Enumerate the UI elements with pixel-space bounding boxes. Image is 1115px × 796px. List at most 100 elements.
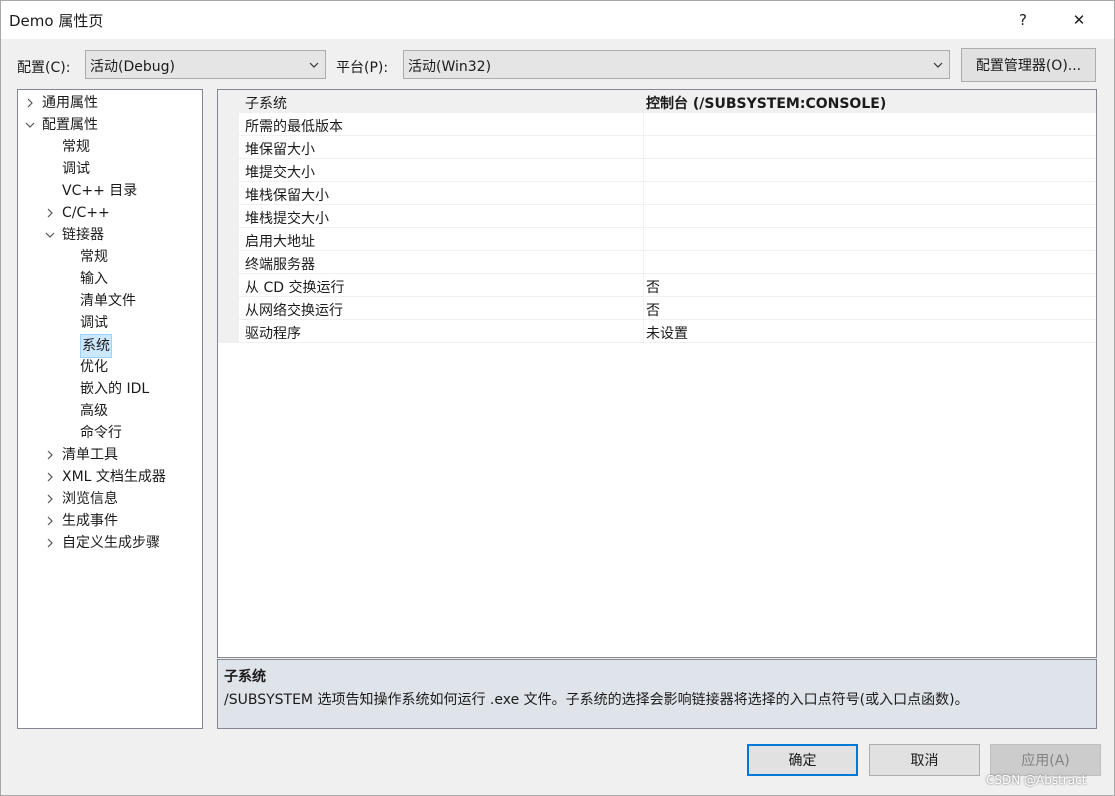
property-name: 从 CD 交换运行	[245, 280, 345, 296]
tree-item-label: 嵌入的 IDL	[80, 381, 150, 397]
row-gutter	[218, 90, 239, 113]
column-separator	[643, 228, 644, 251]
column-separator	[643, 136, 644, 159]
tree-item[interactable]: 配置属性	[18, 114, 202, 136]
platform-select[interactable]: 活动(Win32)	[403, 50, 950, 79]
property-row[interactable]: 从 CD 交换运行 否	[218, 274, 1096, 297]
property-value[interactable]: 控制台 (/SUBSYSTEM:CONSOLE)	[646, 93, 886, 113]
tree-item[interactable]: 高级	[18, 400, 202, 422]
column-separator	[643, 274, 644, 297]
row-gutter	[218, 251, 239, 274]
tree-item[interactable]: 浏览信息	[18, 488, 202, 510]
tree-item[interactable]: VC++ 目录	[18, 180, 202, 202]
tree-item-label: C/C++	[62, 205, 110, 221]
property-row[interactable]: 堆栈提交大小	[218, 205, 1096, 228]
title-bar: Demo 属性页 ? ✕	[1, 1, 1114, 39]
tree-item[interactable]: 系统	[18, 334, 202, 358]
tree-item[interactable]: 调试	[18, 158, 202, 180]
row-gutter	[218, 182, 239, 205]
chevron-right-icon[interactable]	[44, 207, 56, 219]
chevron-down-icon	[309, 62, 319, 68]
property-name: 驱动程序	[245, 326, 301, 342]
property-value[interactable]: 未设置	[646, 323, 688, 343]
property-row[interactable]: 所需的最低版本	[218, 113, 1096, 136]
tree-item-label: 配置属性	[42, 117, 98, 133]
description-text: /SUBSYSTEM 选项告知操作系统如何运行 .exe 文件。子系统的选择会影…	[224, 692, 969, 708]
tree-item[interactable]: 通用属性	[18, 92, 202, 114]
tree-item[interactable]: 命令行	[18, 422, 202, 444]
tree-item[interactable]: 优化	[18, 356, 202, 378]
property-row[interactable]: 驱动程序 未设置	[218, 320, 1096, 343]
tree-item[interactable]: 生成事件	[18, 510, 202, 532]
cancel-button[interactable]: 取消	[869, 744, 980, 776]
help-icon: ?	[1019, 11, 1027, 29]
tree-item[interactable]: 嵌入的 IDL	[18, 378, 202, 400]
property-row[interactable]: 终端服务器	[218, 251, 1096, 274]
tree-item-label: 调试	[80, 315, 108, 331]
tree-item[interactable]: 调试	[18, 312, 202, 334]
configuration-manager-button[interactable]: 配置管理器(O)...	[961, 48, 1096, 82]
configuration-select[interactable]: 活动(Debug)	[85, 50, 326, 79]
chevron-right-icon[interactable]	[44, 493, 56, 505]
chevron-right-icon[interactable]	[44, 471, 56, 483]
row-gutter	[218, 320, 239, 343]
row-gutter	[218, 297, 239, 320]
property-tree: 通用属性 配置属性 常规 调试 VC++ 目录 C/C++ 链接器 常规 输入 清单文件 调试 系统优…	[17, 89, 203, 729]
tree-item-label: 通用属性	[42, 95, 98, 111]
tree-item[interactable]: XML 文档生成器	[18, 466, 202, 488]
tree-item-label: 系统	[80, 334, 112, 358]
chevron-right-icon[interactable]	[24, 97, 36, 109]
close-button[interactable]: ✕	[1059, 5, 1099, 35]
tree-item[interactable]: C/C++	[18, 202, 202, 224]
description-title: 子系统	[224, 669, 266, 685]
watermark: CSDN @Abstract	[986, 773, 1087, 787]
tree-item-label: 高级	[80, 403, 108, 419]
property-row[interactable]: 堆栈保留大小	[218, 182, 1096, 205]
chevron-right-icon[interactable]	[44, 515, 56, 527]
property-value[interactable]: 否	[646, 277, 660, 297]
row-gutter	[218, 113, 239, 136]
column-separator	[643, 297, 644, 320]
window-title: Demo 属性页	[9, 12, 104, 30]
tree-item[interactable]: 链接器	[18, 224, 202, 246]
property-row[interactable]: 启用大地址	[218, 228, 1096, 251]
tree-item-label: 输入	[80, 271, 108, 287]
tree-item[interactable]: 清单文件	[18, 290, 202, 312]
chevron-down-icon	[933, 62, 943, 68]
configuration-value: 活动(Debug)	[90, 59, 175, 75]
column-separator	[643, 159, 644, 182]
column-separator	[643, 320, 644, 343]
tree-item-label: 浏览信息	[62, 491, 118, 507]
property-row[interactable]: 堆提交大小	[218, 159, 1096, 182]
tree-item[interactable]: 输入	[18, 268, 202, 290]
property-name: 堆栈提交大小	[245, 211, 329, 227]
close-icon: ✕	[1072, 11, 1086, 29]
property-value[interactable]: 否	[646, 300, 660, 320]
chevron-down-icon[interactable]	[24, 119, 36, 131]
property-row[interactable]: 子系统 控制台 (/SUBSYSTEM:CONSOLE)	[218, 90, 1096, 113]
property-row[interactable]: 堆保留大小	[218, 136, 1096, 159]
chevron-down-icon[interactable]	[44, 229, 56, 241]
property-grid: 子系统 控制台 (/SUBSYSTEM:CONSOLE) 所需的最低版本 堆保留大小堆…	[217, 89, 1097, 658]
tree-item-label: 清单工具	[62, 447, 118, 463]
chevron-right-icon[interactable]	[44, 537, 56, 549]
apply-button[interactable]: 应用(A)	[990, 744, 1101, 776]
tree-item-label: 常规	[62, 139, 90, 155]
row-gutter	[218, 136, 239, 159]
property-name: 堆提交大小	[245, 165, 315, 181]
property-row[interactable]: 从网络交换运行 否	[218, 297, 1096, 320]
tree-item[interactable]: 常规	[18, 246, 202, 268]
tree-item[interactable]: 常规	[18, 136, 202, 158]
tree-item[interactable]: 清单工具	[18, 444, 202, 466]
tree-item-label: 常规	[80, 249, 108, 265]
help-button[interactable]: ?	[1003, 5, 1043, 35]
column-separator	[643, 113, 644, 136]
row-gutter	[218, 205, 239, 228]
chevron-right-icon[interactable]	[44, 449, 56, 461]
platform-label: 平台(P):	[336, 60, 389, 76]
tree-item[interactable]: 自定义生成步骤	[18, 532, 202, 554]
column-separator	[643, 205, 644, 228]
property-name: 从网络交换运行	[245, 303, 343, 319]
ok-button[interactable]: 确定	[747, 744, 858, 776]
property-name: 所需的最低版本	[245, 119, 343, 135]
